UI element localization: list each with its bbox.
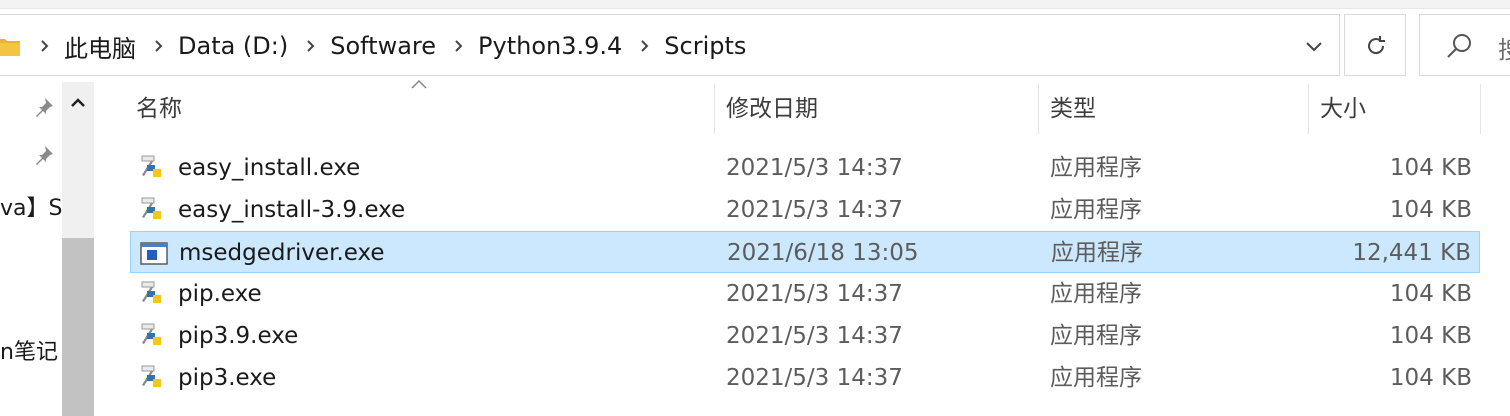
file-name[interactable]: pip3.exe <box>178 357 276 399</box>
column-header-modified[interactable]: 修改日期 <box>716 84 1038 134</box>
breadcrumb-python[interactable]: Python3.9.4 <box>478 32 636 60</box>
column-header-row: 名称 修改日期 类型 大小 <box>126 84 1510 134</box>
file-type: 应用程序 <box>1050 197 1142 223</box>
file-row[interactable]: pip.exe 2021/5/3 14:37 应用程序 104 KB <box>130 273 1480 315</box>
breadcrumb-software[interactable]: Software <box>330 32 450 60</box>
refresh-icon <box>1368 36 1385 55</box>
column-divider[interactable] <box>714 84 715 134</box>
python-exe-icon <box>141 155 161 177</box>
file-size: 104 KB <box>1389 323 1472 349</box>
chevron-up-icon[interactable] <box>62 82 94 122</box>
chevron-right-icon[interactable] <box>636 34 654 58</box>
app-window-icon <box>140 242 168 265</box>
window-top-strip <box>0 0 1510 9</box>
navigation-pane: va】S n笔记 <box>0 82 62 416</box>
column-divider[interactable] <box>1480 84 1481 134</box>
file-size: 12,441 KB <box>1352 240 1471 266</box>
file-type: 应用程序 <box>1050 365 1142 391</box>
file-name[interactable]: pip3.9.exe <box>178 315 298 357</box>
file-row[interactable]: easy_install.exe 2021/5/3 14:37 应用程序 104… <box>130 147 1480 189</box>
file-name[interactable]: easy_install-3.9.exe <box>178 189 405 231</box>
chevron-right-icon[interactable] <box>450 34 468 58</box>
file-modified: 2021/5/3 14:37 <box>726 365 903 391</box>
file-name[interactable]: pip.exe <box>178 273 262 315</box>
search-placeholder: 搜 <box>1498 30 1510 65</box>
file-modified: 2021/5/3 14:37 <box>726 197 903 223</box>
file-name[interactable]: msedgedriver.exe <box>179 232 385 274</box>
breadcrumb-this-pc[interactable]: 此电脑 <box>64 29 150 64</box>
chevron-down-icon[interactable] <box>1303 35 1325 57</box>
python-exe-icon <box>141 197 161 219</box>
folder-icon <box>0 39 20 56</box>
python-exe-icon <box>141 365 161 387</box>
nav-scrollbar[interactable] <box>62 82 94 416</box>
search-box[interactable]: 搜 <box>1419 14 1510 76</box>
pin-icon[interactable] <box>33 144 55 166</box>
breadcrumb-drive[interactable]: Data (D:) <box>178 32 302 60</box>
nav-item[interactable]: va】S <box>0 190 62 222</box>
scrollbar-thumb[interactable] <box>62 238 94 416</box>
refresh-button[interactable] <box>1344 14 1406 76</box>
column-divider[interactable] <box>1308 84 1309 134</box>
file-row-selected[interactable]: msedgedriver.exe 2021/6/18 13:05 应用程序 12… <box>130 231 1480 273</box>
chevron-right-icon[interactable] <box>36 34 54 58</box>
file-modified: 2021/6/18 13:05 <box>727 240 919 266</box>
breadcrumb-scripts[interactable]: Scripts <box>664 32 760 60</box>
search-icon <box>1447 34 1471 58</box>
column-header-size[interactable]: 大小 <box>1310 84 1480 134</box>
file-size: 104 KB <box>1389 365 1472 391</box>
nav-item[interactable]: n笔记 <box>0 334 58 366</box>
column-divider[interactable] <box>1038 84 1039 134</box>
file-row[interactable]: pip3.exe 2021/5/3 14:37 应用程序 104 KB <box>130 357 1480 399</box>
file-size: 104 KB <box>1389 155 1472 181</box>
file-type: 应用程序 <box>1050 155 1142 181</box>
python-exe-icon <box>141 323 161 345</box>
file-size: 104 KB <box>1389 197 1472 223</box>
file-type: 应用程序 <box>1050 323 1142 349</box>
column-header-name[interactable]: 名称 <box>126 84 714 134</box>
file-modified: 2021/5/3 14:37 <box>726 323 903 349</box>
file-row[interactable]: pip3.9.exe 2021/5/3 14:37 应用程序 104 KB <box>130 315 1480 357</box>
chevron-right-icon[interactable] <box>150 34 168 58</box>
file-modified: 2021/5/3 14:37 <box>726 155 903 181</box>
address-bar[interactable]: 此电脑 Data (D:) Software Python3.9.4 Scrip… <box>0 14 1340 76</box>
chevron-right-icon[interactable] <box>302 34 320 58</box>
file-modified: 2021/5/3 14:37 <box>726 281 903 307</box>
pin-icon[interactable] <box>33 96 55 118</box>
python-exe-icon <box>141 281 161 303</box>
column-header-type[interactable]: 类型 <box>1040 84 1308 134</box>
file-size: 104 KB <box>1389 281 1472 307</box>
file-row[interactable]: easy_install-3.9.exe 2021/5/3 14:37 应用程序… <box>130 189 1480 231</box>
file-type: 应用程序 <box>1050 281 1142 307</box>
breadcrumb: 此电脑 Data (D:) Software Python3.9.4 Scrip… <box>36 15 760 77</box>
file-type: 应用程序 <box>1051 240 1143 266</box>
file-name[interactable]: easy_install.exe <box>178 147 360 189</box>
